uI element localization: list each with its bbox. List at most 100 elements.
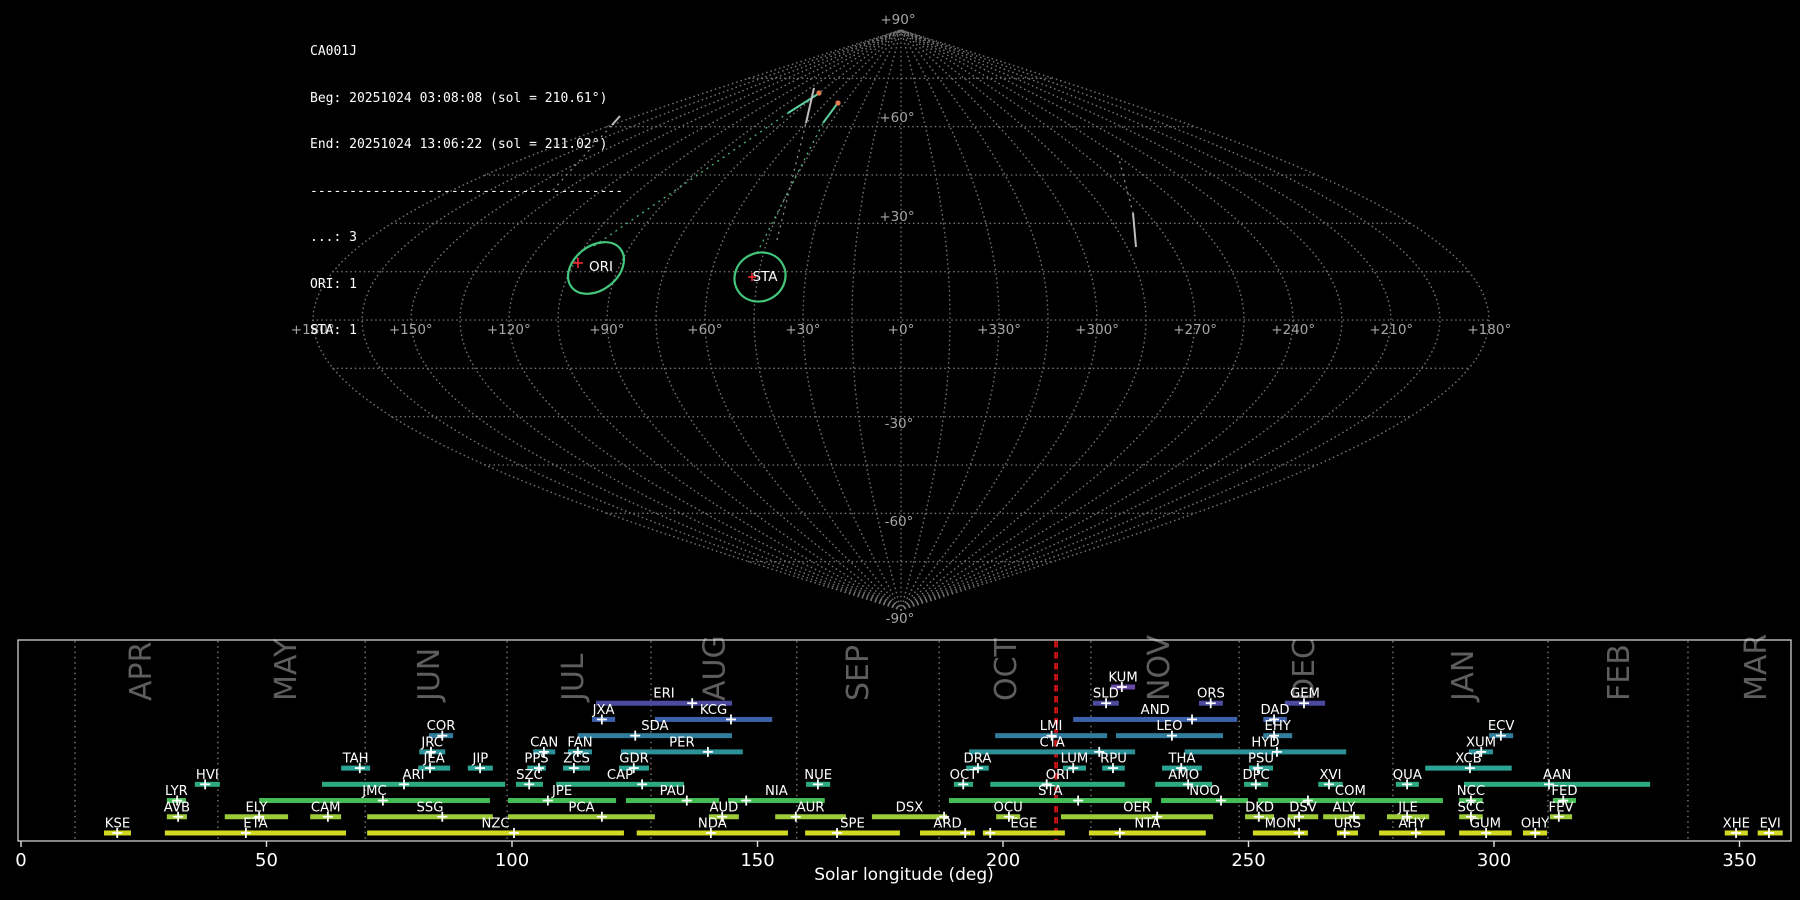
shower-URS: URS — [1334, 816, 1361, 838]
shower-PAU: PAU — [626, 784, 719, 806]
shower-AND: AND — [1073, 703, 1237, 725]
shower-OCT: OCT — [950, 768, 979, 790]
shower-ARI: ARI — [322, 768, 505, 790]
shower-code-label: PAU — [660, 784, 686, 799]
shower-code-label: AHY — [1399, 816, 1427, 831]
shower-code-label: SSG — [417, 800, 444, 815]
shower-NUE: NUE — [804, 768, 832, 790]
shower-peak-marker — [1073, 796, 1083, 806]
shower-KCG: KCG — [655, 703, 772, 725]
shower-code-label: CTA — [1039, 735, 1064, 750]
month-label: SEP — [841, 645, 876, 701]
shower-code-label: ZCS — [563, 752, 590, 767]
trail-backtrack — [777, 123, 806, 240]
lat-tick-label: -60° — [885, 514, 914, 530]
lon-tick-label: +330° — [977, 322, 1021, 338]
shower-code-label: PER — [669, 735, 694, 750]
meteor-track-STA — [757, 100, 841, 253]
figure-canvas: +180°+150°+120°+90°+60°+30°+0°+330°+300°… — [0, 0, 1800, 900]
month-label: NOV — [1142, 634, 1177, 701]
lon-tick-label: +300° — [1075, 322, 1119, 338]
shower-code-label: ARI — [403, 768, 425, 783]
shower-peak-marker — [741, 796, 751, 806]
shower-peak-marker — [630, 731, 640, 741]
shower-NOO: NOO — [1161, 784, 1248, 806]
month-label: JUN — [412, 648, 447, 703]
shower-DPC: DPC — [1242, 768, 1269, 790]
shower-KSE: KSE — [104, 816, 131, 838]
lon-tick-label: +0° — [888, 322, 915, 338]
shower-XCB: XCB — [1425, 752, 1511, 774]
shower-SPE: SPE — [805, 816, 900, 838]
radiant-label: STA — [752, 269, 778, 285]
shower-SSG: SSG — [367, 800, 493, 822]
shower-NTA: NTA — [1089, 816, 1206, 838]
shower-JPE: JPE — [508, 784, 616, 806]
shower-code-label: ETA — [243, 816, 267, 831]
shower-AVB: AVB — [164, 800, 190, 822]
shower-code-label: KUM — [1108, 671, 1137, 686]
shower-RPU: RPU — [1100, 752, 1127, 774]
divider: ---------------------------------------- — [310, 184, 623, 200]
month-label: MAR — [1739, 634, 1774, 701]
shower-code-label: CAM — [311, 800, 341, 815]
shower-code-label: EVI — [1760, 816, 1781, 831]
shower-AUR: AUR — [775, 800, 846, 822]
lon-tick-label: +60° — [687, 322, 722, 338]
shower-code-label: AVB — [164, 800, 190, 815]
shower-peak-marker — [687, 698, 697, 708]
shower-code-label: XVI — [1320, 768, 1342, 783]
trail-backtrack — [1118, 155, 1133, 213]
shower-peak-marker — [985, 828, 995, 838]
shower-code-label: EHY — [1265, 719, 1292, 734]
shower-peak-marker — [1187, 714, 1197, 724]
shower-EVI: EVI — [1758, 816, 1783, 838]
lon-tick-label: +240° — [1271, 322, 1315, 338]
shower-HVI: HVI — [195, 768, 220, 790]
grid-meridian — [901, 30, 1097, 610]
shower-code-label: DSV — [1289, 800, 1317, 815]
month-label: JUL — [556, 653, 591, 703]
shower-NZC: NZC — [367, 816, 624, 838]
shower-QUA: QUA — [1393, 768, 1422, 790]
shower-SLD: SLD — [1093, 687, 1119, 709]
shower-code-label: JEA — [423, 752, 445, 767]
shower-code-label: PSU — [1248, 752, 1274, 767]
lon-tick-label: +180° — [1467, 322, 1511, 338]
shower-STA: STA — [949, 784, 1152, 806]
x-tick-label: 300 — [1477, 850, 1511, 871]
station-id: CA001J — [310, 44, 623, 60]
lon-tick-label: +30° — [785, 322, 820, 338]
shower-NDA: NDA — [637, 816, 788, 838]
shower-AHY: AHY — [1379, 816, 1445, 838]
meteor-track-sporadic — [1118, 155, 1136, 247]
shower-CAM: CAM — [310, 800, 341, 822]
shower-code-label: JPE — [551, 784, 572, 799]
shower-code-label: ALY — [1333, 800, 1357, 815]
shower-JIP: JIP — [468, 752, 493, 774]
shower-code-label: LUM — [1061, 752, 1089, 767]
shower-OHY: OHY — [1521, 816, 1550, 838]
month-label: OCT — [989, 637, 1024, 701]
shower-code-label: ELY — [245, 800, 268, 815]
shower-code-label: FEV — [1549, 800, 1574, 815]
shower-code-label: HYD — [1251, 735, 1279, 750]
lat-tick-label: +90° — [880, 12, 915, 28]
shower-code-label: ERI — [653, 687, 674, 702]
shower-code-label: KCG — [700, 703, 727, 718]
shower-peak-marker — [1115, 828, 1125, 838]
shower-LEO: LEO — [1116, 719, 1223, 741]
shower-code-label: ORI — [1046, 768, 1069, 783]
count-sporadic: ...: 3 — [310, 230, 623, 246]
shower-peak-marker — [703, 747, 713, 757]
shower-code-label: FED — [1551, 784, 1577, 799]
shower-code-label: DAD — [1260, 703, 1289, 718]
shower-code-label: AUR — [797, 800, 825, 815]
shower-code-label: MON — [1265, 816, 1297, 831]
shower-code-label: NDA — [698, 816, 727, 831]
shower-code-label: CAP — [607, 768, 633, 783]
lon-tick-label: +210° — [1369, 322, 1413, 338]
shower-code-label: URS — [1334, 816, 1361, 831]
shower-code-label: DSX — [896, 800, 924, 815]
shower-code-label: COR — [427, 719, 456, 734]
